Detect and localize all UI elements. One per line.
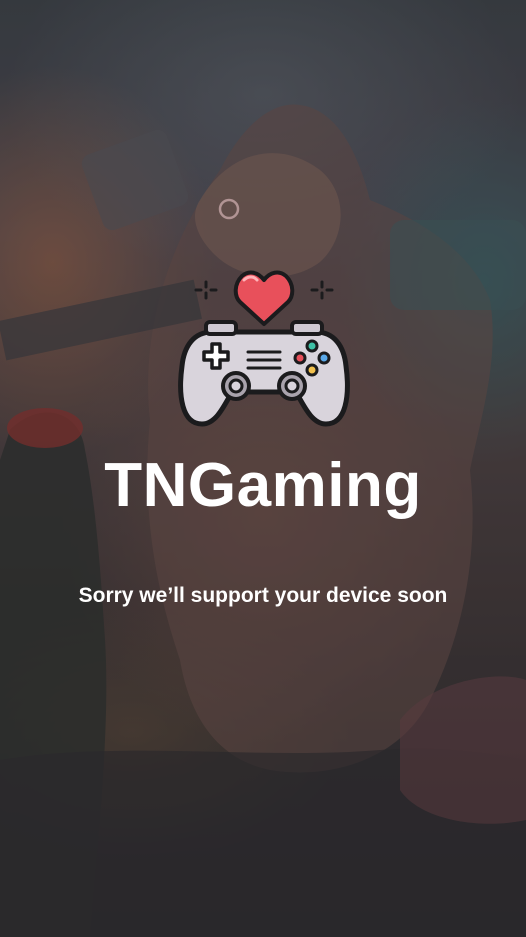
- unsupported-device-message: Sorry we’ll support your device soon: [78, 584, 448, 607]
- sparkle-right-icon: [310, 280, 334, 300]
- sparkle-left-icon: [194, 280, 218, 300]
- splash-screen: TNGaming Sorry we’ll support your device…: [0, 0, 526, 937]
- gamepad-heart-icon: [178, 270, 350, 427]
- app-title: TNGaming: [104, 451, 422, 520]
- controller-body: [178, 329, 350, 427]
